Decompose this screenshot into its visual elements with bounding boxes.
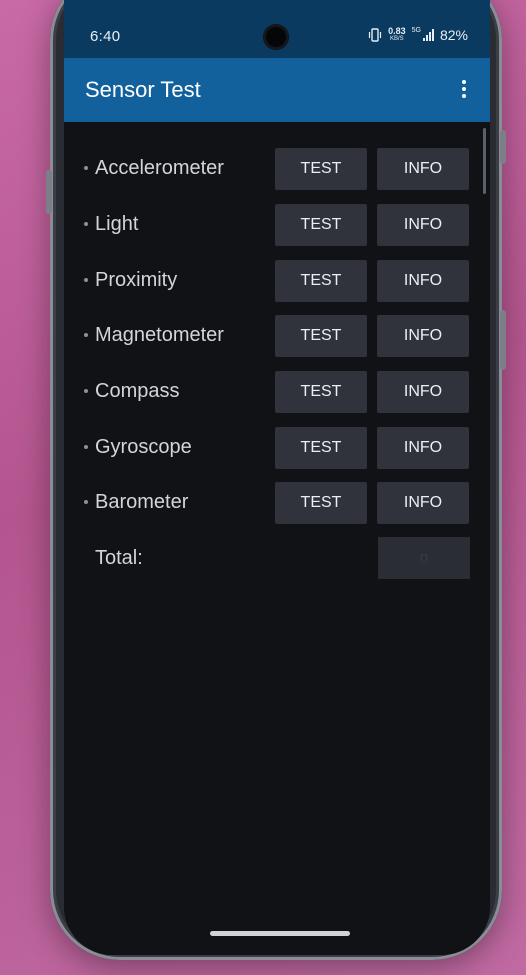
app-bar: Sensor Test <box>64 58 490 122</box>
test-button-proximity[interactable]: TEST <box>275 260 367 302</box>
info-button-gyroscope[interactable]: INFO <box>377 427 469 469</box>
bullet-icon <box>84 222 88 226</box>
sensor-row-gyroscope: Gyroscope TEST INFO <box>64 427 490 469</box>
sensor-label: Compass <box>95 380 180 402</box>
sensor-label: Barometer <box>95 491 189 513</box>
phone-power-button <box>500 310 506 370</box>
signal-icon <box>422 29 434 41</box>
total-value: 0 <box>378 537 470 579</box>
test-button-accelerometer[interactable]: TEST <box>275 148 367 190</box>
test-button-light[interactable]: TEST <box>275 204 367 246</box>
sensor-row-barometer: Barometer TEST INFO <box>64 482 490 524</box>
bullet-icon <box>84 166 88 170</box>
sensor-label: Light <box>95 213 139 235</box>
sensor-label: Magnetometer <box>95 324 224 346</box>
bullet-icon <box>84 445 88 449</box>
battery-level: 82% <box>439 27 468 43</box>
sensor-label: Accelerometer <box>95 157 224 179</box>
more-vert-icon[interactable] <box>462 80 466 101</box>
info-button-compass[interactable]: INFO <box>377 371 469 413</box>
network-type: 5G <box>411 27 421 34</box>
bullet-icon <box>84 500 88 504</box>
test-button-barometer[interactable]: TEST <box>275 482 367 524</box>
status-icons: 0.83 KB/S 5G 82% <box>368 27 468 43</box>
test-button-gyroscope[interactable]: TEST <box>275 427 367 469</box>
sensor-row-proximity: Proximity TEST INFO <box>64 260 490 302</box>
home-gesture-bar[interactable] <box>210 931 350 936</box>
sensor-row-light: Light TEST INFO <box>64 204 490 246</box>
test-button-magnetometer[interactable]: TEST <box>275 315 367 357</box>
info-button-accelerometer[interactable]: INFO <box>377 148 469 190</box>
test-button-compass[interactable]: TEST <box>275 371 367 413</box>
info-button-proximity[interactable]: INFO <box>377 260 469 302</box>
front-camera <box>263 24 289 50</box>
info-button-magnetometer[interactable]: INFO <box>377 315 469 357</box>
sensor-row-compass: Compass TEST INFO <box>64 371 490 413</box>
sensor-row-magnetometer: Magnetometer TEST INFO <box>64 315 490 357</box>
vibrate-icon <box>368 28 382 42</box>
phone-screen: 6:40 0.83 KB/S 5G 82% Sensor Test Accele… <box>64 0 490 955</box>
phone-volume-button <box>46 170 52 214</box>
total-label: Total: <box>95 547 143 569</box>
sensor-label: Proximity <box>95 269 178 291</box>
info-button-barometer[interactable]: INFO <box>377 482 469 524</box>
info-button-light[interactable]: INFO <box>377 204 469 246</box>
bullet-icon <box>84 333 88 337</box>
page-title: Sensor Test <box>85 77 201 102</box>
sensor-row-accelerometer: Accelerometer TEST INFO <box>64 148 490 190</box>
status-time: 6:40 <box>90 28 121 45</box>
phone-side-button <box>500 130 506 164</box>
status-bar: 6:40 0.83 KB/S 5G 82% <box>64 0 490 58</box>
bullet-icon <box>84 278 88 282</box>
bullet-icon <box>84 389 88 393</box>
net-speed: 0.83 KB/S <box>388 27 406 43</box>
sensor-label: Gyroscope <box>95 436 192 458</box>
net-speed-unit: KB/S <box>390 36 404 42</box>
